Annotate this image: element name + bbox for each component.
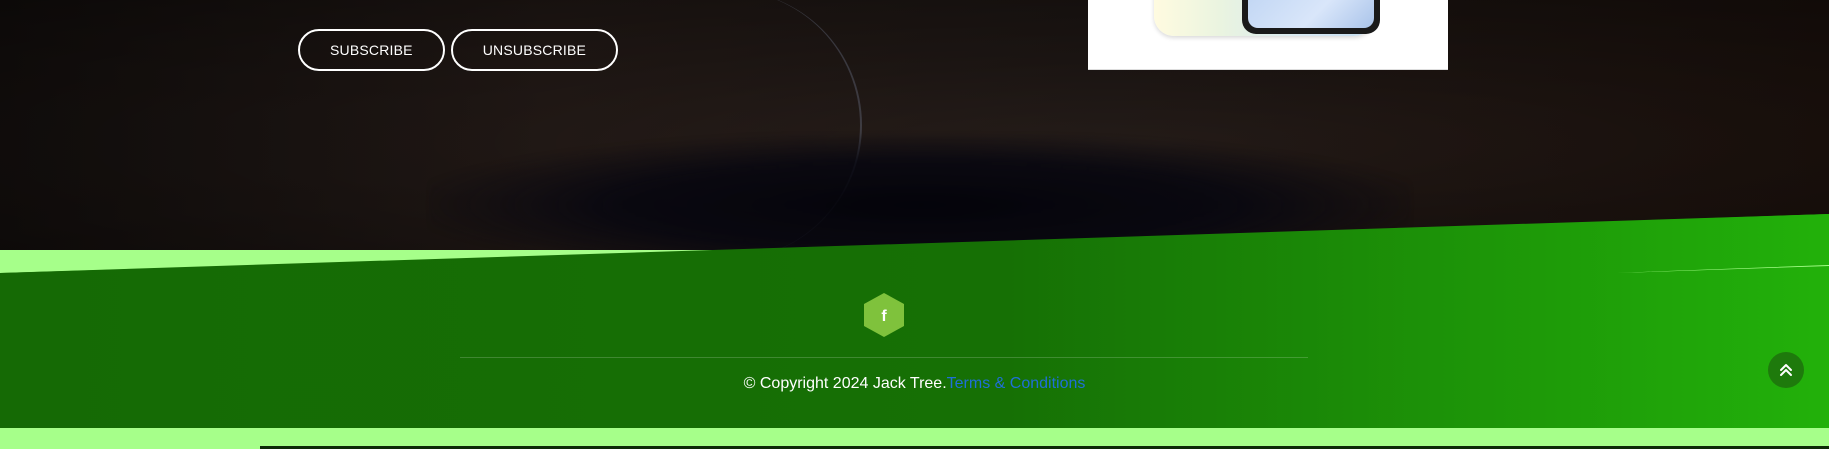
facebook-link[interactable]: f [864, 293, 904, 337]
page: SUBSCRIBE UNSUBSCRIBE f © Copyright 2024… [0, 0, 1829, 449]
svg-text:f: f [881, 308, 887, 325]
footer-divider [460, 357, 1308, 358]
double-chevron-up-icon [1780, 364, 1792, 376]
copyright-text: © Copyright 2024 Jack Tree. [743, 375, 947, 392]
scroll-top-button[interactable] [1768, 352, 1804, 388]
facebook-icon: f [864, 293, 904, 337]
copyright-line: © Copyright 2024 Jack Tree.Terms & Condi… [0, 375, 1829, 393]
terms-link[interactable]: Terms & Conditions [947, 375, 1086, 392]
